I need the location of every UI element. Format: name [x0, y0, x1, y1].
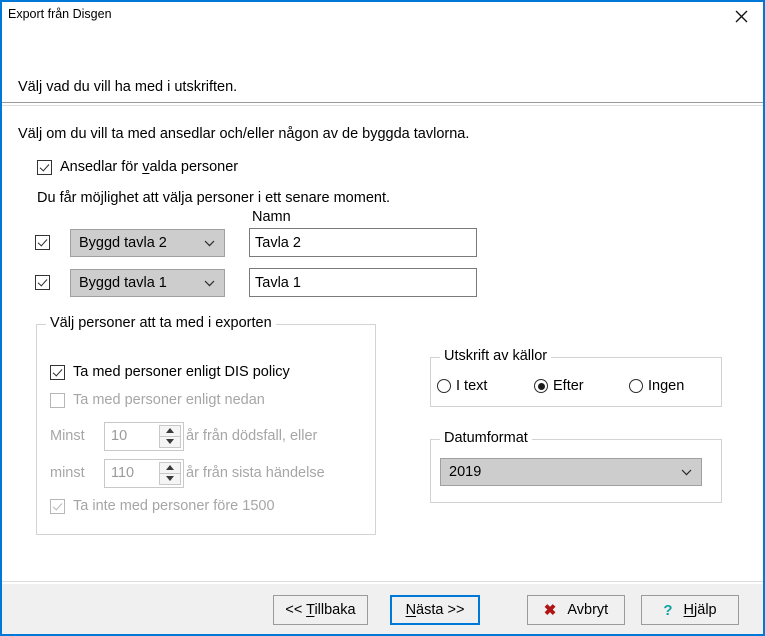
chevron-down-icon — [204, 235, 215, 251]
export-dialog-window: Export från Disgen Välj vad du vill ha m… — [0, 0, 765, 636]
cancel-button-label: Avbryt — [567, 602, 609, 618]
spinner-ar-fran-sista-handelse-value: 110 — [111, 465, 135, 481]
intro-text: Välj om du vill ta med ansedlar och/elle… — [18, 126, 470, 142]
checkbox-tavla-1-box[interactable] — [35, 275, 50, 290]
radio-kallor-efter-label: Efter — [553, 378, 584, 394]
combo-tavla-1[interactable]: Byggd tavla 1 — [70, 269, 225, 297]
note-text: Du får möjlighet att välja personer i et… — [37, 190, 390, 206]
help-button[interactable]: ? Hjälp — [641, 595, 739, 625]
checkbox-tavla-2-box[interactable] — [35, 235, 50, 250]
label-ar-fran-sista-handelse-suffix: år från sista händelse — [186, 465, 325, 481]
spinner-ar-fran-dodsfall-buttons[interactable] — [159, 425, 181, 448]
combo-tavla-2[interactable]: Byggd tavla 2 — [70, 229, 225, 257]
checkbox-tavla-2[interactable] — [35, 235, 50, 250]
checkbox-dis-policy[interactable]: Ta med personer enligt DIS policy — [50, 364, 290, 380]
question-mark-icon: ? — [663, 601, 673, 619]
footer-separator — [2, 581, 763, 582]
checkbox-enligt-nedan[interactable]: Ta med personer enligt nedan — [50, 392, 265, 408]
radio-kallor-ingen-label: Ingen — [648, 378, 685, 394]
radio-kallor-ingen[interactable]: Ingen — [629, 378, 684, 394]
spinner-up-icon[interactable] — [159, 462, 181, 474]
checkbox-fore-1500-label: Ta inte med personer före 1500 — [73, 498, 275, 514]
label-ar-fran-dodsfall-suffix: år från dödsfall, eller — [186, 428, 318, 444]
close-icon[interactable] — [719, 2, 763, 30]
radio-kallor-i-text[interactable]: I text — [437, 378, 487, 394]
radio-kallor-i-text-circle[interactable] — [437, 379, 451, 393]
checkbox-fore-1500-box[interactable] — [50, 498, 65, 514]
group-valj-personer-title: Välj personer att ta med i exporten — [46, 315, 276, 331]
checkbox-dis-policy-label: Ta med personer enligt DIS policy — [73, 364, 290, 380]
title-bar: Export från Disgen — [2, 2, 763, 32]
spinner-ar-fran-dodsfall[interactable]: 10 — [104, 422, 184, 451]
input-name-tavla-2[interactable] — [249, 228, 477, 257]
chevron-down-icon — [204, 275, 215, 291]
next-button[interactable]: Nästa >> — [390, 595, 480, 625]
checkbox-fore-1500[interactable]: Ta inte med personer före 1500 — [50, 498, 275, 514]
spinner-ar-fran-sista-handelse[interactable]: 110 — [104, 459, 184, 488]
spinner-up-icon[interactable] — [159, 425, 181, 437]
checkbox-ansedlar[interactable]: Ansedlar för valda personer — [37, 159, 238, 175]
label-minst-handelse: minst — [50, 465, 85, 481]
radio-kallor-efter-circle[interactable] — [534, 379, 548, 393]
window-title: Export från Disgen — [8, 7, 112, 21]
namn-column-label: Namn — [252, 209, 291, 225]
checkbox-ansedlar-label: Ansedlar för valda personer — [60, 159, 239, 175]
page-title: Välj vad du vill ha med i utskriften. — [18, 79, 238, 95]
header-divider-shadow — [2, 105, 763, 106]
spinner-ar-fran-dodsfall-value: 10 — [111, 428, 128, 444]
checkbox-tavla-1[interactable] — [35, 275, 50, 290]
spinner-down-icon[interactable] — [159, 436, 181, 448]
combo-datumformat-value: 2019 — [449, 464, 482, 480]
cancel-button[interactable]: ✖ Avbryt — [527, 595, 625, 625]
combo-tavla-2-value: Byggd tavla 2 — [79, 235, 167, 251]
x-mark-icon: ✖ — [543, 601, 557, 619]
checkbox-ansedlar-box[interactable] — [37, 159, 52, 175]
back-button-label: << Tillbaka — [285, 602, 356, 618]
chevron-down-icon — [681, 464, 692, 480]
header-divider — [2, 102, 763, 103]
radio-kallor-i-text-label: I text — [456, 378, 488, 394]
checkbox-enligt-nedan-label: Ta med personer enligt nedan — [73, 392, 265, 408]
group-datumformat-title: Datumformat — [440, 430, 532, 446]
checkbox-dis-policy-box[interactable] — [50, 364, 65, 380]
radio-kallor-efter[interactable]: Efter — [534, 378, 584, 394]
input-name-tavla-1[interactable] — [249, 268, 477, 297]
back-button[interactable]: << Tillbaka — [273, 595, 368, 625]
combo-datumformat[interactable]: 2019 — [440, 458, 702, 486]
help-button-label: Hjälp — [683, 602, 717, 618]
radio-kallor-ingen-circle[interactable] — [629, 379, 643, 393]
spinner-ar-fran-sista-handelse-buttons[interactable] — [159, 462, 181, 485]
next-button-label: Nästa >> — [405, 602, 465, 618]
combo-tavla-1-value: Byggd tavla 1 — [79, 275, 167, 291]
group-utskrift-av-kallor-title: Utskrift av källor — [440, 348, 552, 364]
spinner-down-icon[interactable] — [159, 473, 181, 485]
label-minst-dodsfall: Minst — [50, 428, 85, 444]
checkbox-enligt-nedan-box[interactable] — [50, 392, 65, 408]
